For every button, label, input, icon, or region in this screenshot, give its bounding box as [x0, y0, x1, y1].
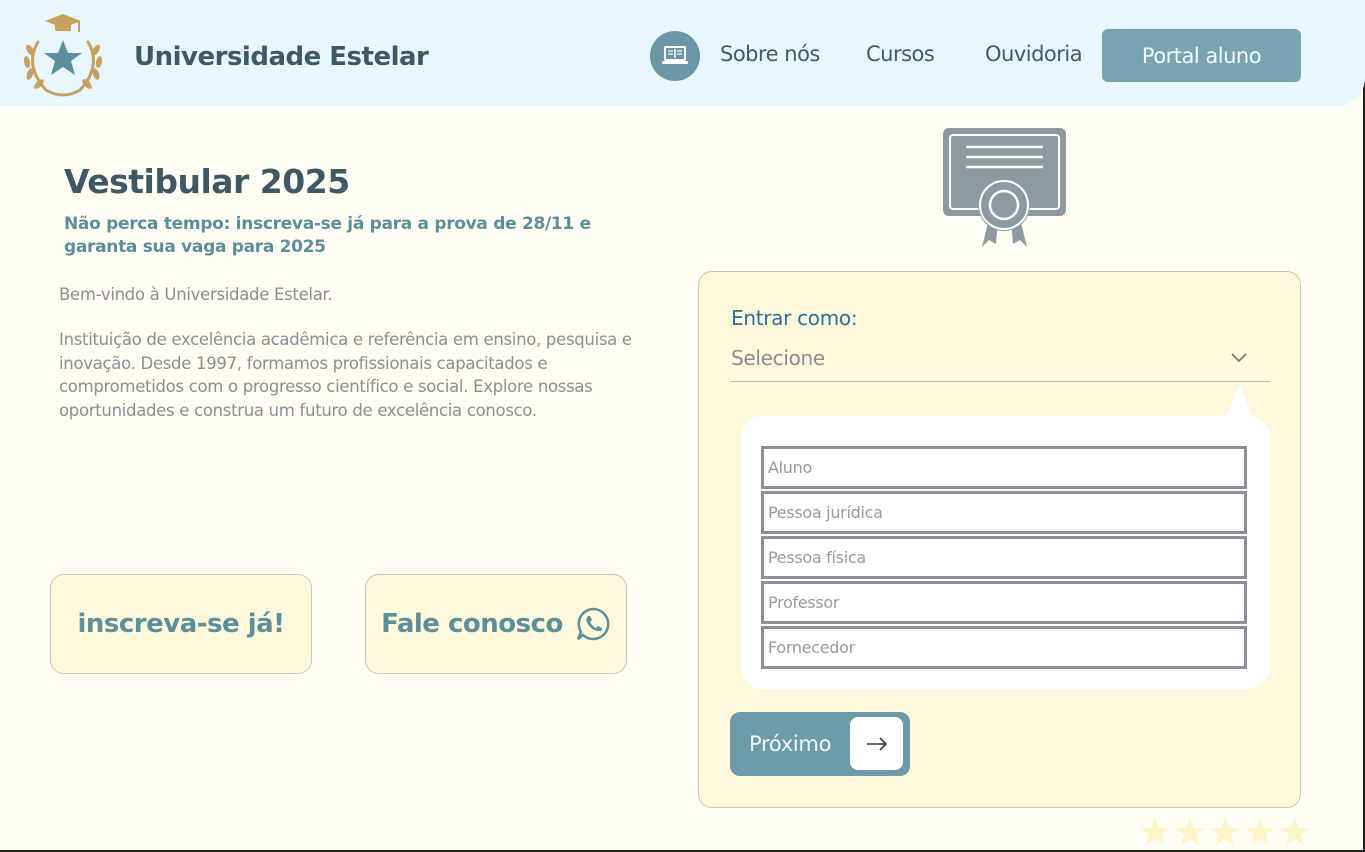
nav-about[interactable]: Sobre nós	[720, 42, 820, 66]
laptop-icon[interactable]	[650, 31, 700, 81]
contact-button[interactable]: Fale conosco	[365, 574, 627, 674]
role-dropdown: Aluno Pessoa jurídica Pessoa física Prof…	[741, 416, 1270, 689]
whatsapp-icon	[576, 607, 610, 641]
next-button[interactable]: Próximo	[730, 712, 910, 776]
select-value: Selecione	[731, 346, 825, 370]
nav-courses[interactable]: Cursos	[866, 42, 935, 66]
enroll-button[interactable]: inscreva-se já!	[50, 574, 312, 674]
star-icon	[1281, 818, 1309, 845]
option-professor[interactable]: Professor	[761, 581, 1247, 624]
star-icon	[1246, 818, 1274, 845]
top-header: Universidade Estelar Sobre nós Cursos Ou…	[0, 0, 1365, 106]
dropdown-pointer	[1225, 384, 1253, 418]
option-pessoa-fisica[interactable]: Pessoa física	[761, 536, 1247, 579]
chevron-down-icon	[1231, 353, 1247, 363]
contact-label: Fale conosco	[381, 609, 563, 639]
enroll-label: inscreva-se já!	[77, 609, 285, 639]
role-select[interactable]: Selecione	[731, 338, 1270, 382]
arrow-right-icon	[850, 717, 903, 770]
description-text: Instituição de excelência acadêmica e re…	[59, 330, 632, 420]
login-panel: Entrar como: Selecione Aluno Pessoa jurí…	[698, 271, 1301, 808]
page-subtitle: Não perca tempo: inscreva-se já para a p…	[64, 214, 591, 257]
portal-button[interactable]: Portal aluno	[1102, 29, 1301, 82]
option-aluno[interactable]: Aluno	[761, 446, 1247, 489]
option-pessoa-juridica[interactable]: Pessoa jurídica	[761, 491, 1247, 534]
nav-ombudsman[interactable]: Ouvidoria	[985, 42, 1083, 66]
option-fornecedor[interactable]: Fornecedor	[761, 626, 1247, 669]
star-icon	[1141, 818, 1169, 845]
certificate-icon	[943, 128, 1066, 247]
next-label: Próximo	[749, 732, 832, 756]
brand-name[interactable]: Universidade Estelar	[134, 42, 429, 72]
star-icon	[1211, 818, 1239, 845]
laurel-star-logo[interactable]	[18, 14, 108, 98]
star-icon	[1176, 818, 1204, 845]
enter-as-label: Entrar como:	[731, 306, 858, 330]
page-title: Vestibular 2025	[64, 162, 350, 201]
welcome-text: Bem-vindo à Universidade Estelar.	[59, 285, 333, 304]
